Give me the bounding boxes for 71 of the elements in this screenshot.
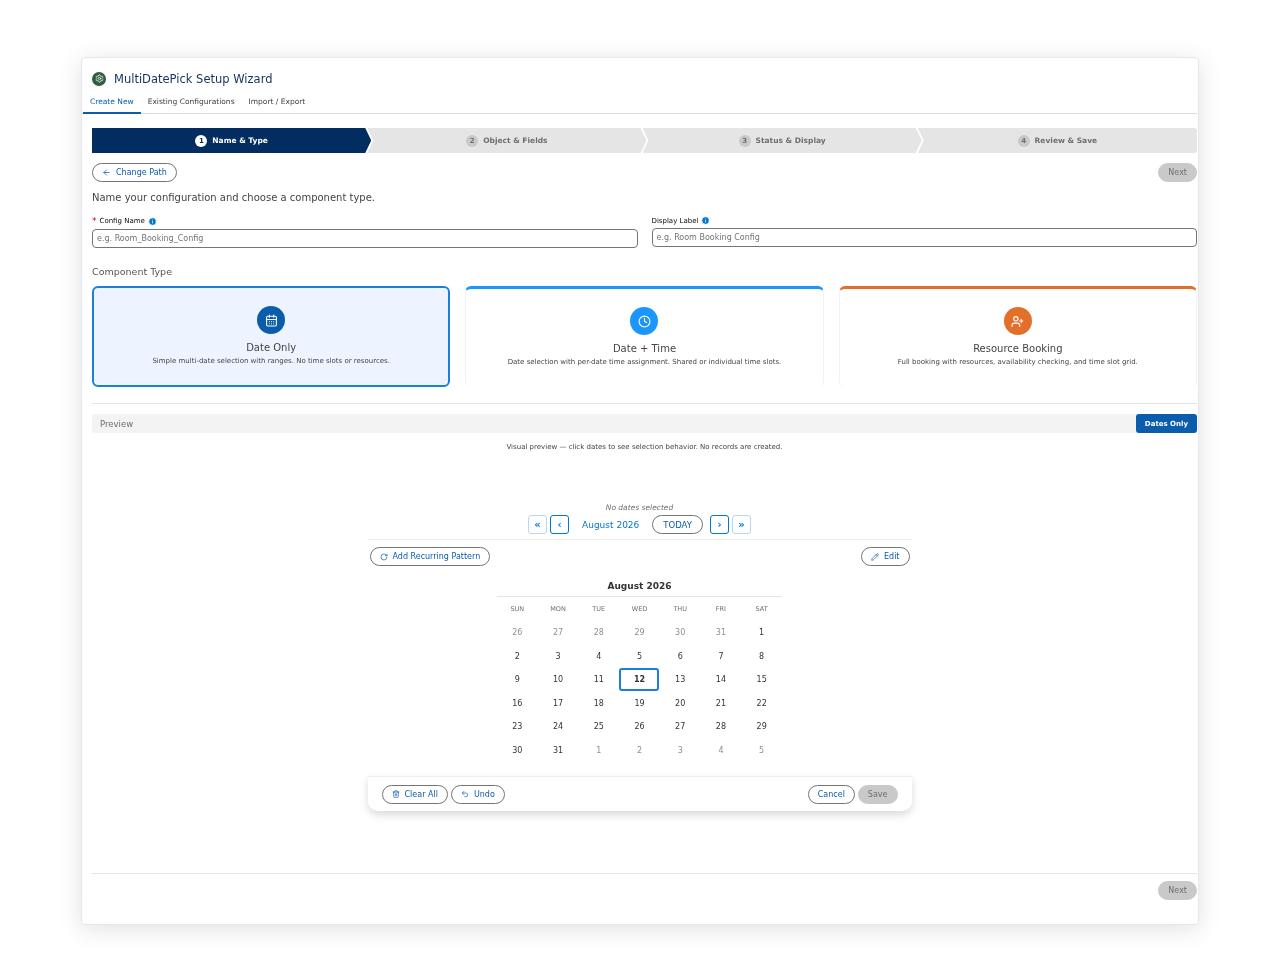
calendar-day[interactable]: 3 [660,738,701,762]
calendar-day[interactable]: 13 [660,668,701,692]
undo-button[interactable]: Undo [450,784,505,804]
calendar-day[interactable]: 5 [619,644,660,668]
calendar-icon [264,313,278,327]
calendar-day[interactable]: 28 [578,621,619,645]
calendar-day[interactable]: 23 [497,715,538,739]
calendar-day[interactable]: 2 [619,738,660,762]
required-mark: * [92,216,97,226]
calendar-day[interactable]: 4 [578,644,619,668]
input-field[interactable]: e.g. Room_Booking_Config [92,229,638,248]
calendar-day[interactable]: 21 [700,691,741,715]
calendar-day[interactable]: 1 [741,621,782,645]
calendar-day[interactable]: 28 [700,715,741,739]
last-button[interactable]: » [731,515,751,534]
window-title: MultiDatePick Setup Wizard [114,71,273,86]
change-path-button[interactable]: Change Path [92,163,177,182]
first-button[interactable]: « [528,515,548,534]
calendar-day[interactable]: 26 [619,715,660,739]
calendar-day[interactable]: 4 [700,738,741,762]
calendar-day[interactable]: 27 [660,715,701,739]
pencil-icon [871,552,879,561]
type-title: Resource Booking [973,343,1063,354]
calendar-day[interactable]: 10 [538,668,579,692]
info-icon[interactable] [147,216,157,226]
edit-button[interactable]: Edit [861,547,910,566]
trash-icon [391,790,400,798]
input-field[interactable]: e.g. Room Booking Config [651,228,1197,247]
calendar-day[interactable]: 31 [538,738,579,762]
type-title: Date + Time [612,343,677,354]
calendar-day[interactable]: 30 [660,621,701,645]
calendar-day[interactable]: 8 [741,644,782,668]
calendar-day[interactable]: 30 [497,738,538,762]
month-label[interactable]: August 2026 [582,519,640,530]
calendar-day[interactable]: 27 [538,621,579,645]
calendar-day[interactable]: 7 [700,644,741,668]
calendar-day[interactable]: 9 [497,668,538,692]
calendar-day[interactable]: 14 [700,668,741,692]
calendar-day[interactable]: 15 [741,668,782,692]
calendar-day[interactable]: 19 [619,691,660,715]
calendar-day[interactable]: 12 [619,668,660,691]
calendar-day[interactable]: 6 [660,644,701,668]
description: Name your configuration and choose a component type. [92,192,377,203]
calendar-day[interactable]: 25 [578,715,619,739]
calendar-day[interactable]: 3 [538,644,579,668]
calendar-day[interactable]: 24 [538,715,579,739]
info-icon[interactable] [701,216,711,225]
calendar-day[interactable]: 22 [741,691,782,715]
section-label: Component Type [92,266,173,277]
calendar-day[interactable]: 17 [538,691,579,715]
gear-icon [92,71,106,86]
clear-all-button[interactable]: Clear All [381,784,448,804]
undo-icon [460,790,469,798]
calendar-day[interactable]: 16 [497,691,538,715]
calendar-day[interactable]: 20 [660,691,701,715]
person-add-icon [1011,314,1025,328]
next-month-button[interactable]: › [709,515,729,534]
clock-icon [638,314,651,328]
add-recurring-button[interactable]: Add Recurring Pattern [369,547,491,566]
refresh-icon [379,552,388,561]
calendar-day[interactable]: 11 [578,668,619,692]
month-title: August 2026 [606,581,673,591]
preview-label: Preview [99,418,134,429]
type-title: Date Only [246,342,297,353]
today-button[interactable]: TODAY [652,515,703,534]
calendar-day[interactable]: 18 [578,691,619,715]
previous-button[interactable]: ‹ [550,515,570,534]
cancel-button[interactable]: Cancel [807,784,855,804]
calendar-day[interactable]: 29 [741,715,782,739]
arrow-left-icon [102,168,111,177]
calendar-day[interactable]: 2 [497,644,538,668]
